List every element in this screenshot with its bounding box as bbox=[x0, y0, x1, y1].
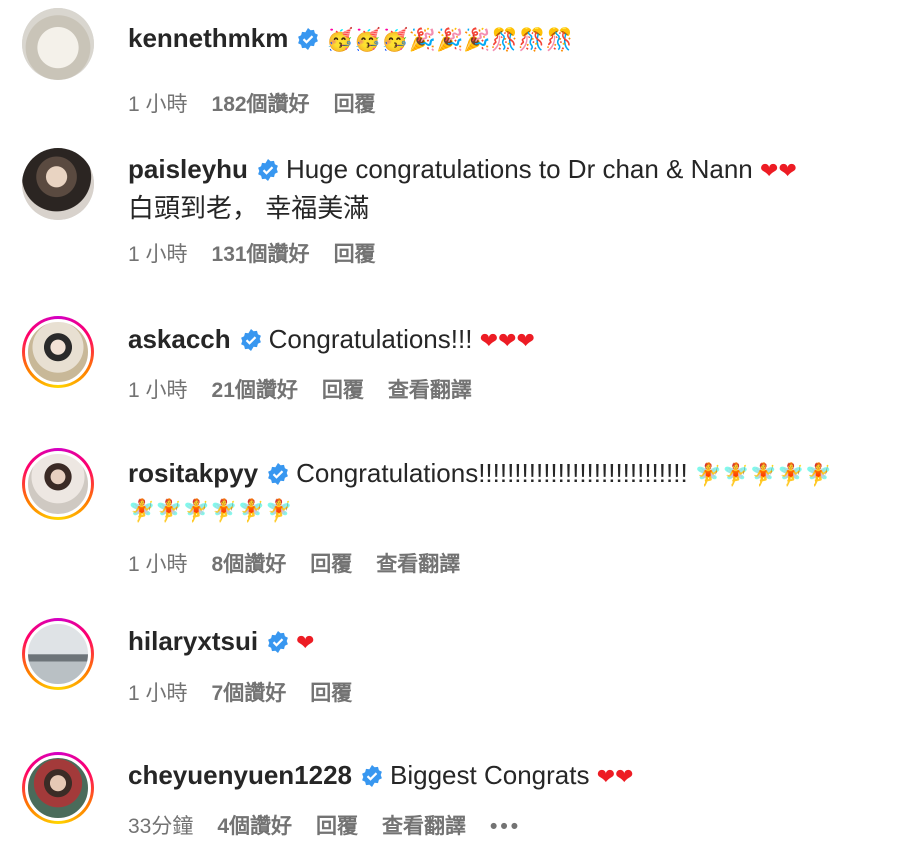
avatar[interactable] bbox=[22, 8, 94, 80]
likes-count[interactable]: 4個讚好 bbox=[217, 815, 292, 838]
avatar[interactable] bbox=[22, 316, 94, 388]
reply-button[interactable]: 回覆 bbox=[310, 553, 352, 576]
verified-badge-icon bbox=[268, 463, 288, 485]
likes-count[interactable]: 7個讚好 bbox=[212, 682, 287, 705]
username[interactable]: kennethmkm bbox=[128, 23, 288, 53]
comment-time: 1 小時 bbox=[128, 243, 188, 266]
comment-text: Congratulations!!!!!!!!!!!!!!!!!!!!!!!!!… bbox=[296, 458, 688, 488]
username[interactable]: askacch bbox=[128, 324, 231, 354]
comment-time: 33分鐘 bbox=[128, 815, 194, 838]
see-translation-button[interactable]: 查看翻譯 bbox=[376, 553, 460, 576]
heart-emoji-icon: ❤ bbox=[296, 631, 315, 656]
verified-badge-icon bbox=[240, 329, 261, 351]
avatar[interactable] bbox=[22, 148, 94, 220]
comment-text: Biggest Congrats bbox=[390, 760, 590, 790]
username[interactable]: paisleyhu bbox=[128, 154, 248, 184]
avatar[interactable] bbox=[22, 448, 94, 520]
verified-badge-icon bbox=[258, 159, 278, 181]
fairy-emoji-icon: 🧚🧚🧚🧚🧚 bbox=[694, 463, 832, 488]
see-translation-button[interactable]: 查看翻譯 bbox=[382, 815, 466, 838]
heart-emoji-icon: ❤❤❤ bbox=[479, 329, 535, 354]
reply-button[interactable]: 回覆 bbox=[334, 243, 376, 266]
reply-button[interactable]: 回覆 bbox=[322, 379, 364, 402]
more-options-icon[interactable]: ••• bbox=[490, 815, 521, 838]
verified-badge-icon bbox=[362, 765, 382, 787]
comment-time: 1 小時 bbox=[128, 682, 188, 705]
heart-emoji-icon: ❤❤ bbox=[596, 765, 634, 790]
verified-badge-icon bbox=[268, 631, 288, 653]
likes-count[interactable]: 21個讚好 bbox=[212, 379, 298, 402]
reply-button[interactable]: 回覆 bbox=[334, 93, 376, 116]
likes-count[interactable]: 8個讚好 bbox=[212, 553, 287, 576]
comment-emoji: 🥳🥳🥳🎉🎉🎉🎊🎊🎊 bbox=[326, 28, 573, 53]
comment-text: Congratulations!!! bbox=[268, 324, 473, 354]
comment-time: 1 小時 bbox=[128, 553, 188, 576]
comment-time: 1 小時 bbox=[128, 93, 188, 116]
see-translation-button[interactable]: 查看翻譯 bbox=[388, 379, 472, 402]
comment-text-line2: 白頭到老， 幸福美滿 bbox=[128, 193, 370, 223]
reply-button[interactable]: 回覆 bbox=[310, 682, 352, 705]
heart-emoji-icon: ❤❤ bbox=[760, 159, 797, 184]
username[interactable]: cheyuenyuen1228 bbox=[128, 760, 352, 790]
comment-text: Huge congratulations to Dr chan & Nann bbox=[285, 154, 753, 184]
comment-time: 1 小時 bbox=[128, 379, 188, 402]
likes-count[interactable]: 131個讚好 bbox=[212, 243, 310, 266]
likes-count[interactable]: 182個讚好 bbox=[212, 93, 310, 116]
avatar[interactable] bbox=[22, 618, 94, 690]
avatar[interactable] bbox=[22, 752, 94, 824]
verified-badge-icon bbox=[298, 28, 319, 50]
username[interactable]: rositakpyy bbox=[128, 458, 258, 488]
fairy-emoji-icon: 🧚🧚🧚🧚🧚🧚 bbox=[128, 499, 293, 524]
reply-button[interactable]: 回覆 bbox=[316, 815, 358, 838]
username[interactable]: hilaryxtsui bbox=[128, 626, 258, 656]
